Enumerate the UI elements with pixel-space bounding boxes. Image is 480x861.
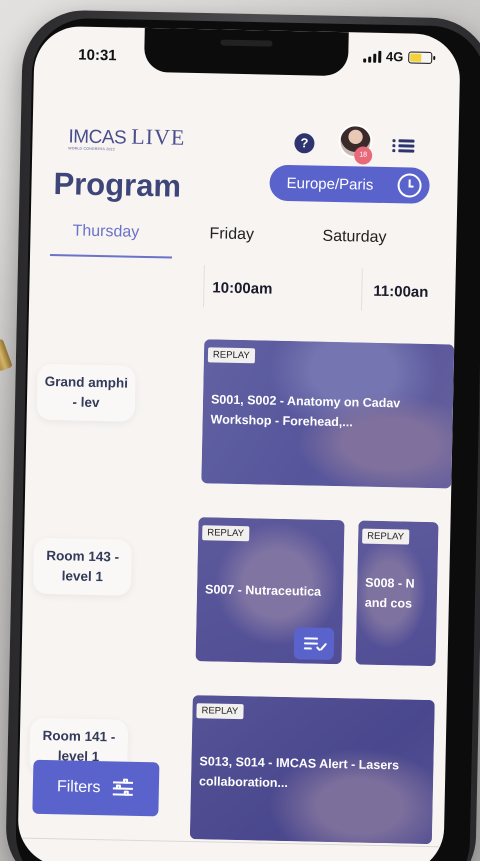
list-check-icon[interactable] [293,627,335,661]
filters-label: Filters [56,778,101,797]
time-label: 10:00am [212,279,273,298]
session-card[interactable]: REPLAY S007 - Nutraceutica [195,517,345,665]
replay-badge: REPLAY [362,528,410,545]
active-tab-indicator [50,254,173,259]
time-header: 10:00am 11:00an [202,265,461,312]
session-card[interactable]: REPLAY S013, S014 - IMCAS Alert - Lasers… [189,695,435,845]
session-subtitle: collaboration... [198,774,289,791]
sliders-icon [112,778,134,797]
day-tabs: Thursday Friday Saturday [30,222,457,271]
session-subtitle: Workshop - Forehead,... [210,412,353,430]
signal-icon [362,50,382,63]
session-card[interactable]: REPLAY S001, S002 - Anatomy on Cadav Wor… [201,339,455,489]
status-time: 10:31 [78,46,117,65]
app-screen: 10:31 4G IMCAS LIVE WORLD CONGRESS 2022 … [17,25,461,861]
tab-thursday[interactable]: Thursday [72,222,139,241]
replay-badge: REPLAY [196,703,244,720]
notch [143,27,349,77]
avatar-badge: 18 [354,146,373,165]
time-label: 11:00an [373,282,429,301]
help-icon[interactable]: ? [294,133,315,154]
app-header: IMCAS LIVE WORLD CONGRESS 2022 ? 18 [32,102,459,171]
tab-saturday[interactable]: Saturday [322,228,386,247]
room-143: Room 143 - level 1 [32,537,133,596]
logo-subtitle: WORLD CONGRESS 2022 [68,146,115,152]
session-card[interactable]: REPLAY S008 - N and cos [355,520,439,667]
tab-friday[interactable]: Friday [209,225,254,244]
network-label: 4G [385,48,404,65]
speaker-grille [220,39,273,47]
replay-badge: REPLAY [207,347,255,364]
session-title: S007 - Nutraceutica [204,582,322,599]
time-divider [360,268,363,311]
clock-icon [397,173,422,198]
time-divider [202,265,205,308]
page-title: Program [53,166,182,204]
session-subtitle: and cos [364,595,413,611]
list-menu-icon[interactable] [392,139,415,153]
replay-badge: REPLAY [202,525,250,542]
timezone-label: Europe/Paris [286,174,374,194]
imcas-live-logo[interactable]: IMCAS LIVE WORLD CONGRESS 2022 [68,122,186,152]
status-indicators: 4G [362,48,433,65]
filters-button[interactable]: Filters [32,759,160,817]
logo-live-text: LIVE [130,123,186,150]
room-grand-amphi: Grand amphi - lev [36,363,136,422]
timezone-button[interactable]: Europe/Paris [269,164,430,204]
session-title: S008 - N [365,575,415,591]
battery-icon [408,50,433,64]
